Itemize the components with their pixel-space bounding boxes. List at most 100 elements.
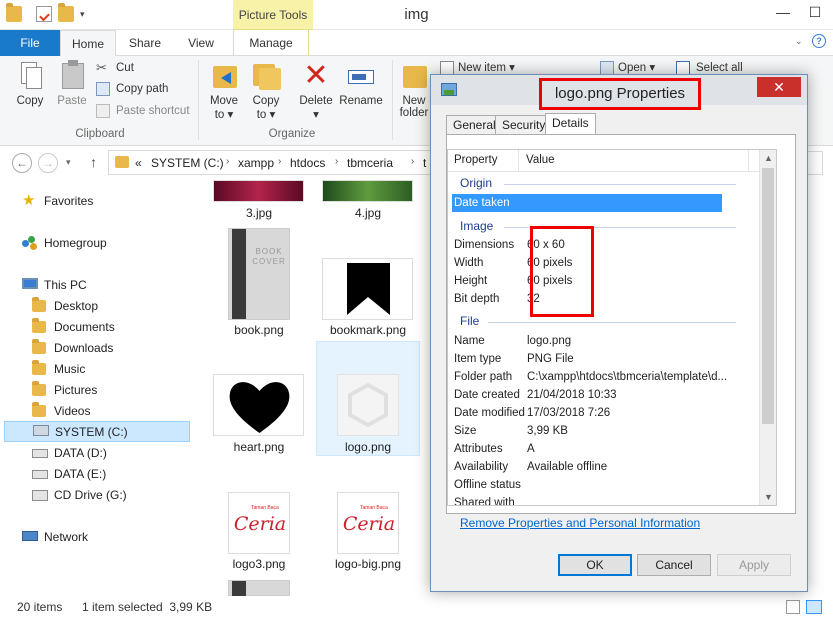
help-icon[interactable]: ? [812, 34, 826, 48]
breadcrumb-overflow[interactable]: « [135, 156, 142, 170]
scroll-up-icon[interactable]: ▲ [760, 150, 776, 166]
recent-locations-icon[interactable]: ▾ [66, 157, 71, 168]
file-thumbnail[interactable] [213, 180, 304, 202]
move-to-button[interactable]: Move to ▾ [204, 60, 244, 121]
file-name[interactable]: 4.jpg [313, 206, 423, 220]
nav-system-c[interactable]: SYSTEM (C:) [4, 421, 190, 442]
breadcrumb-chevron-icon[interactable]: › [411, 156, 414, 167]
copy-button[interactable]: Copy [10, 60, 50, 107]
tab-view[interactable]: View [178, 30, 224, 56]
tab-share[interactable]: Share [120, 30, 170, 56]
tab-file[interactable]: File [0, 30, 60, 56]
rename-button[interactable]: Rename [338, 60, 384, 107]
ribbon-expand-chevron-icon[interactable]: ⌄ [795, 36, 803, 47]
new-folder-icon [399, 60, 429, 92]
breadcrumb-template[interactable]: t [423, 156, 426, 170]
breadcrumb-htdocs[interactable]: htdocs [290, 156, 325, 170]
section-divider [488, 322, 736, 323]
address-bar[interactable]: « SYSTEM (C:) › xampp › htdocs › tbmceri… [108, 150, 438, 175]
maximize-icon[interactable]: ☐ [799, 0, 831, 24]
breadcrumb-chevron-icon[interactable]: › [335, 156, 338, 167]
file-name[interactable]: logo3.png [204, 557, 314, 571]
file-name[interactable]: logo.png [313, 440, 423, 454]
file-thumbnail[interactable]: Taman Baca Ceria [337, 492, 399, 554]
nav-documents[interactable]: Documents [32, 317, 115, 338]
ok-button[interactable]: OK [558, 554, 632, 576]
property-row[interactable]: Offline status [452, 476, 722, 494]
nav-this-pc[interactable]: This PC [22, 275, 87, 296]
breadcrumb-system-c[interactable]: SYSTEM (C:) [151, 156, 224, 170]
nav-favorites[interactable]: ★ Favorites [22, 191, 93, 212]
tab-manage[interactable]: Manage [233, 30, 309, 56]
file-name[interactable]: logo-big.png [313, 557, 423, 571]
tab-home[interactable]: Home [60, 30, 116, 56]
property-key: Name [454, 335, 485, 347]
property-value: logo.png [527, 335, 572, 347]
new-folder-button[interactable]: New folder [396, 60, 432, 119]
file-thumbnail[interactable]: Taman Baca Ceria [228, 492, 290, 554]
cut-button[interactable]: ✂ Cut [96, 59, 134, 77]
vertical-scrollbar[interactable]: ▲ ▼ [759, 150, 776, 505]
copy-to-label-1: Copy [252, 95, 280, 107]
file-name[interactable]: book.png [204, 323, 314, 337]
file-name[interactable]: bookmark.png [313, 323, 423, 337]
nav-downloads[interactable]: Downloads [32, 338, 113, 359]
file-thumbnail[interactable]: BOOK COVER [228, 228, 290, 320]
nav-cd-drive[interactable]: CD Drive (G:) [32, 485, 127, 506]
property-row[interactable]: Date created 21/04/2018 10:33 [452, 386, 722, 404]
forward-arrow-icon[interactable]: → [38, 153, 58, 173]
tab-security[interactable]: Security [495, 115, 553, 135]
nav-network[interactable]: Network [22, 527, 88, 548]
nav-desktop[interactable]: Desktop [32, 296, 98, 317]
nav-data-e[interactable]: DATA (E:) [32, 464, 106, 485]
tab-details[interactable]: Details [545, 113, 596, 136]
up-arrow-icon[interactable]: ↑ [90, 154, 97, 170]
delete-button[interactable]: ✕ Delete ▾ [296, 60, 336, 122]
scrollbar-thumb[interactable] [762, 168, 774, 424]
copy-to-button[interactable]: Copy to ▾ [246, 60, 286, 121]
back-arrow-icon[interactable]: ← [12, 153, 32, 173]
property-key: Bit depth [454, 293, 500, 305]
column-header-value[interactable]: Value [526, 154, 555, 166]
property-row[interactable]: Shared with [452, 494, 722, 505]
property-row[interactable]: Folder path C:\xampp\htdocs\tbmceria\tem… [452, 368, 727, 386]
minimize-icon[interactable]: — [767, 0, 799, 24]
breadcrumb-chevron-icon[interactable]: › [226, 156, 229, 167]
property-row[interactable]: Name logo.png [452, 332, 722, 350]
copy-path-button[interactable]: Copy path [96, 80, 168, 98]
nav-videos[interactable]: Videos [32, 401, 90, 422]
remove-properties-link[interactable]: Remove Properties and Personal Informati… [460, 516, 700, 530]
scroll-down-icon[interactable]: ▼ [760, 489, 776, 505]
cancel-button[interactable]: Cancel [637, 554, 711, 576]
heart-icon [229, 382, 290, 433]
nav-pictures[interactable]: Pictures [32, 380, 97, 401]
paste-button[interactable]: Paste [52, 60, 92, 107]
apply-button[interactable]: Apply [717, 554, 791, 576]
file-name[interactable]: heart.png [204, 440, 314, 454]
file-name[interactable]: 3.jpg [204, 206, 314, 220]
property-row[interactable]: Date modified 17/03/2018 7:26 [452, 404, 722, 422]
file-thumbnail[interactable] [337, 374, 399, 436]
dialog-title-bar[interactable]: logo.png Properties ✕ [431, 75, 807, 110]
file-thumbnail[interactable] [213, 374, 304, 436]
property-row[interactable]: Item type PNG File [452, 350, 722, 368]
paste-shortcut-button[interactable]: Paste shortcut [96, 102, 190, 120]
nav-music[interactable]: Music [32, 359, 85, 380]
property-row[interactable]: Availability Available offline [452, 458, 722, 476]
large-icons-view-icon[interactable] [806, 600, 822, 614]
property-list[interactable]: Property Value Origin Date taken Image D… [447, 149, 777, 506]
breadcrumb-chevron-icon[interactable]: › [278, 156, 281, 167]
column-header-property[interactable]: Property [454, 154, 497, 166]
breadcrumb-xampp[interactable]: xampp [238, 156, 274, 170]
details-view-icon[interactable] [786, 600, 800, 614]
property-row[interactable]: Size 3,99 KB [452, 422, 722, 440]
dialog-close-button[interactable]: ✕ [757, 77, 801, 97]
property-row[interactable]: Attributes A [452, 440, 722, 458]
file-thumbnail[interactable] [322, 180, 413, 202]
property-row[interactable]: Date taken [452, 194, 722, 212]
nav-data-d[interactable]: DATA (D:) [32, 443, 107, 464]
breadcrumb-tbmceria[interactable]: tbmceria [347, 156, 393, 170]
file-thumbnail[interactable] [322, 258, 413, 320]
file-thumbnail[interactable] [228, 580, 290, 596]
nav-homegroup[interactable]: Homegroup [22, 233, 107, 254]
